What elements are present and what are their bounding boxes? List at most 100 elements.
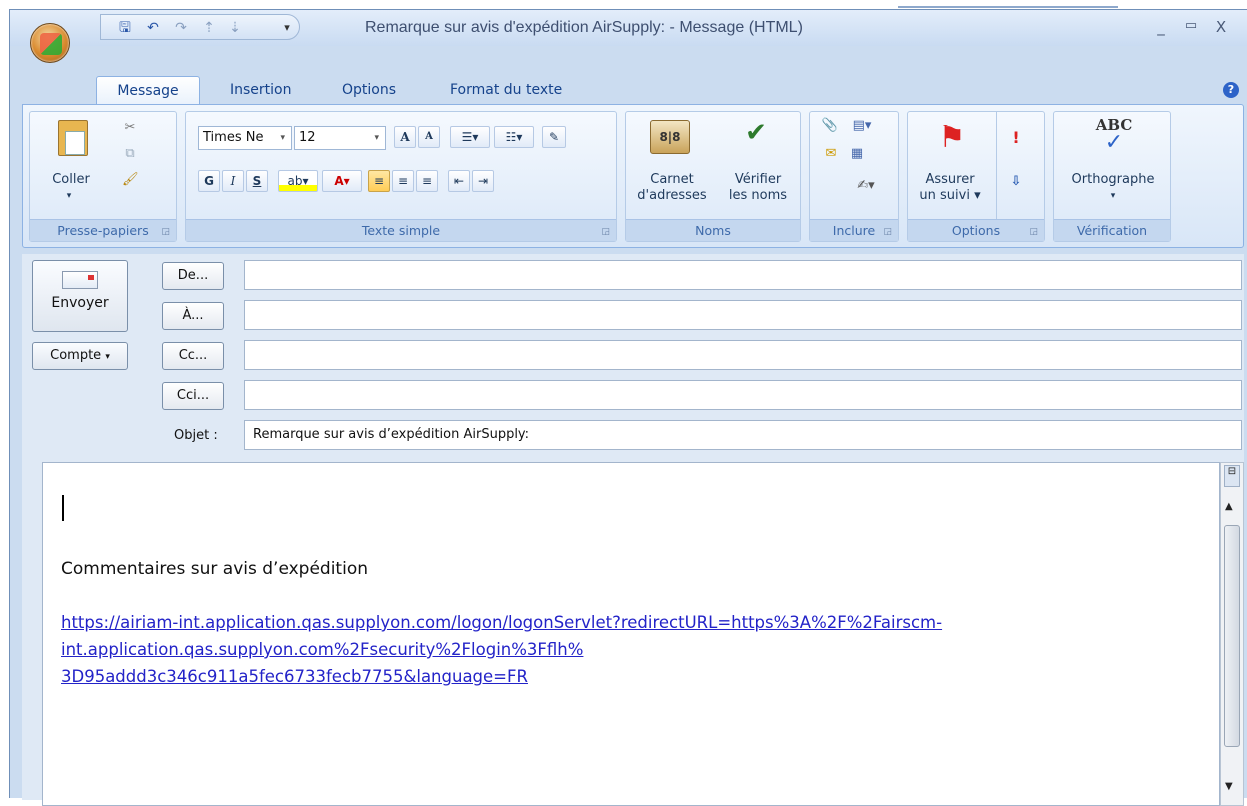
spelling-button[interactable]: Orthographe [1058, 172, 1168, 188]
font-size-dropdown-icon[interactable]: ▾ [374, 127, 379, 149]
high-importance-icon[interactable]: ! [1006, 130, 1026, 146]
format-painter-icon[interactable]: 🖌 [122, 172, 139, 188]
spelling-icon[interactable]: ABC ✓ [1090, 116, 1138, 160]
align-left-icon[interactable]: ≡ [368, 170, 390, 192]
check-names-line1: Vérifier [734, 172, 782, 187]
grow-font-icon[interactable]: A [394, 126, 416, 148]
font-dropdown-icon[interactable]: ▾ [280, 127, 285, 149]
tab-format-text[interactable]: Format du texte [438, 76, 574, 104]
check-names-icon[interactable]: ✔ [736, 118, 776, 156]
account-button[interactable]: Compte ▾ [32, 342, 128, 370]
align-right-icon[interactable]: ≡ [416, 170, 438, 192]
body-link-line1[interactable]: https://airiam-int.application.qas.suppl… [61, 609, 1211, 636]
cc-button[interactable]: Cc... [162, 342, 224, 370]
group-proofing: ABC ✓ Orthographe ▾ Vérification [1053, 111, 1171, 242]
compose-area: Envoyer Compte ▾ De... À... Cc... Cci...… [22, 254, 1244, 806]
ruler-toggle-icon[interactable]: ⊟ [1224, 465, 1240, 487]
from-field[interactable] [244, 260, 1242, 290]
options-launcher-icon[interactable]: ◲ [1029, 227, 1038, 237]
low-importance-icon[interactable]: ⇩ [1006, 174, 1026, 190]
paste-button[interactable]: Coller [46, 172, 96, 188]
increase-indent-icon[interactable]: ⇥ [472, 170, 494, 192]
shrink-font-icon[interactable]: A [418, 126, 440, 148]
subject-field[interactable]: Remarque sur avis d’expédition AirSupply… [244, 420, 1242, 450]
redo-icon[interactable]: ↷ [173, 20, 189, 36]
ribbon: Coller ▾ ✂ ⧉ 🖌 Presse-papiers ◲ Times Ne… [22, 104, 1244, 248]
arrow-down-icon[interactable]: ⇣ [227, 20, 243, 36]
office-button[interactable] [30, 23, 70, 63]
subject-label: Objet : [174, 428, 218, 443]
styles-icon[interactable]: ✎ [542, 126, 566, 148]
calendar-icon[interactable]: ▦ [846, 146, 868, 162]
font-size-combo[interactable]: 12 ▾ [294, 126, 386, 150]
body-comment-line: Commentaires sur avis d’expédition [61, 559, 368, 579]
signature-icon[interactable]: ✍▾ [850, 178, 882, 194]
check-names-button[interactable]: Vérifier les noms [718, 172, 798, 204]
group-basic-text: Times Ne ▾ 12 ▾ A A ☰▾ ☷▾ ✎ G I S ab▾ A▾ ≡… [185, 111, 617, 242]
undo-icon[interactable]: ↶ [145, 20, 161, 36]
maximize-button[interactable]: ▭ [1180, 18, 1202, 38]
group-options: ⚑ Assurer un suivi ▾ ! ⇩ Options ◲ [907, 111, 1045, 242]
office-logo-icon [40, 33, 62, 55]
align-center-icon[interactable]: ≡ [392, 170, 414, 192]
cc-field[interactable] [244, 340, 1242, 370]
bold-icon[interactable]: G [198, 170, 220, 192]
follow-up-flag-icon[interactable]: ⚑ [932, 118, 972, 158]
attach-item-icon[interactable]: ▤▾ [844, 118, 880, 134]
underline-icon[interactable]: S [246, 170, 268, 192]
message-body[interactable]: Commentaires sur avis d’expédition https… [42, 462, 1220, 806]
font-color-icon[interactable]: A▾ [322, 170, 362, 192]
highlight-icon[interactable]: ab▾ [278, 170, 318, 192]
tab-message[interactable]: Message [96, 76, 200, 104]
arrow-up-icon[interactable]: ⇡ [201, 20, 217, 36]
italic-icon[interactable]: I [222, 170, 244, 192]
bullets-icon[interactable]: ☰▾ [450, 126, 490, 148]
options-label: Options [951, 223, 1001, 238]
from-button[interactable]: De... [162, 262, 224, 290]
body-link-line3[interactable]: 3D95addd3c346c911a5fec6733fecb7755&langu… [61, 663, 1211, 690]
title-bar: 🖫 ↶ ↷ ⇡ ⇣ ▾ Remarque sur avis d'expéditi… [10, 10, 1247, 46]
clipboard-launcher-icon[interactable]: ◲ [161, 227, 170, 237]
attach-file-icon[interactable]: 📎 [820, 118, 840, 134]
save-icon[interactable]: 🖫 [117, 20, 133, 36]
basic-text-launcher-icon[interactable]: ◲ [601, 227, 610, 237]
paste-icon[interactable] [58, 120, 88, 156]
tab-insertion[interactable]: Insertion [218, 76, 303, 104]
spelling-dropdown-icon[interactable]: ▾ [1108, 188, 1118, 204]
bcc-button[interactable]: Cci... [162, 382, 224, 410]
address-book-line2: d'adresses [637, 188, 707, 203]
scroll-down-icon[interactable]: ▼ [1225, 781, 1233, 792]
account-dropdown-icon: ▾ [105, 352, 110, 362]
font-name-combo[interactable]: Times Ne ▾ [198, 126, 292, 150]
address-book-button[interactable]: Carnet d'adresses [630, 172, 714, 204]
address-book-icon[interactable]: 8|8 [650, 120, 690, 154]
close-button[interactable]: X [1210, 18, 1232, 38]
follow-up-line2: un suivi [919, 188, 970, 203]
include-label: Inclure [832, 223, 876, 238]
clipboard-label: Presse-papiers [57, 223, 149, 238]
paste-dropdown-icon[interactable]: ▾ [64, 188, 74, 204]
body-link-line2[interactable]: int.application.qas.supplyon.com%2Fsecur… [61, 636, 1211, 663]
group-names: 8|8 Carnet d'adresses ✔ Vérifier les noms … [625, 111, 801, 242]
follow-up-button[interactable]: Assurer un suivi ▾ [912, 172, 988, 204]
scroll-up-icon[interactable]: ▲ [1225, 501, 1233, 512]
bcc-field[interactable] [244, 380, 1242, 410]
business-card-icon[interactable]: ✉ [820, 146, 842, 162]
to-button[interactable]: À... [162, 302, 224, 330]
vertical-scrollbar[interactable]: ⊟ ▲ ▼ [1220, 462, 1244, 806]
cut-icon[interactable]: ✂ [122, 120, 138, 136]
decrease-indent-icon[interactable]: ⇤ [448, 170, 470, 192]
include-launcher-icon[interactable]: ◲ [883, 227, 892, 237]
names-label: Noms [695, 223, 731, 238]
minimize-button[interactable]: _ [1150, 18, 1172, 38]
help-icon[interactable]: ? [1223, 82, 1239, 98]
customize-qat-icon[interactable]: ▾ [279, 20, 295, 36]
account-label: Compte [50, 348, 102, 363]
to-field[interactable] [244, 300, 1242, 330]
copy-icon[interactable]: ⧉ [122, 146, 138, 162]
tab-options[interactable]: Options [330, 76, 408, 104]
numbering-icon[interactable]: ☷▾ [494, 126, 534, 148]
scroll-thumb[interactable] [1224, 525, 1240, 747]
send-button[interactable]: Envoyer [32, 260, 128, 332]
quick-access-toolbar: 🖫 ↶ ↷ ⇡ ⇣ ▾ [100, 14, 300, 40]
